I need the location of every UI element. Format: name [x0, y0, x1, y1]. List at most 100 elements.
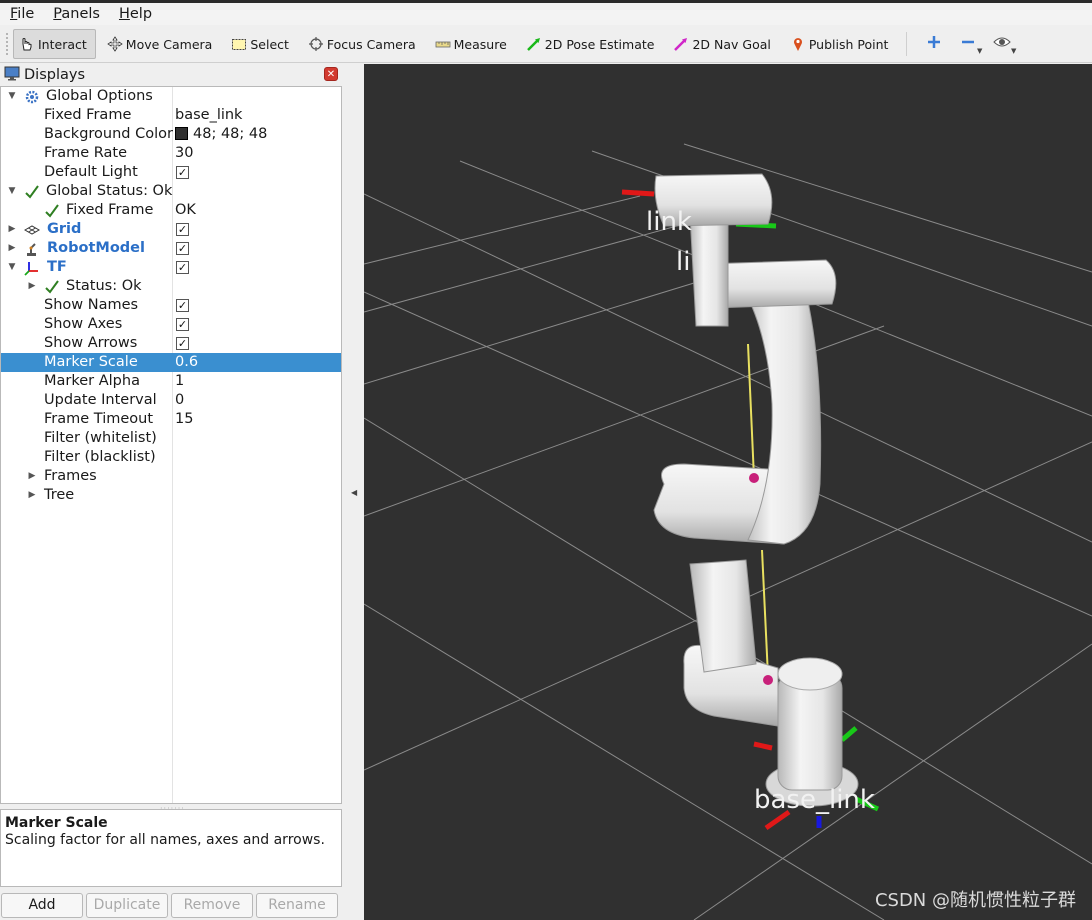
collapse-arrow-icon[interactable]: ▼: [7, 87, 17, 106]
property-row[interactable]: Background Color 48; 48; 48: [1, 125, 341, 144]
measure-tool-button[interactable]: Measure: [430, 29, 515, 59]
pose-estimate-label: 2D Pose Estimate: [544, 36, 655, 52]
check-icon: [24, 184, 40, 200]
panel-collapse-gutter[interactable]: ◀: [344, 64, 364, 920]
global-options-row[interactable]: ▼ Global Options: [1, 87, 341, 106]
grid-icon: [24, 222, 40, 238]
display-item-grid[interactable]: ▶ Grid ✓: [1, 220, 341, 239]
menu-file-label: ile: [17, 6, 35, 22]
focus-camera-tool-button[interactable]: Focus Camera: [303, 29, 424, 59]
property-row[interactable]: Default Light ✓: [1, 163, 341, 182]
select-tool-button[interactable]: Select: [226, 29, 297, 59]
expand-arrow-icon[interactable]: ▶: [27, 486, 37, 505]
collapse-arrow-icon[interactable]: ▼: [7, 258, 17, 277]
expand-arrow-icon[interactable]: ▶: [7, 239, 17, 258]
menu-panels[interactable]: Panels: [43, 6, 109, 22]
tf-status-label: Status: Ok: [66, 278, 142, 294]
add-tool-button[interactable]: [917, 29, 951, 59]
magenta-arrow-icon: [672, 35, 690, 53]
property-value: OK: [175, 202, 196, 218]
grid-enabled-checkbox[interactable]: ✓: [176, 223, 189, 236]
duplicate-display-button[interactable]: Duplicate: [86, 893, 168, 918]
dropdown-arrow-icon: ▼: [1011, 47, 1017, 55]
property-name: Frame Timeout: [44, 411, 154, 427]
property-row[interactable]: Marker Alpha 1: [1, 372, 341, 391]
remove-tool-button[interactable]: ▼: [951, 29, 985, 59]
gear-icon: [24, 89, 40, 105]
view-tool-button[interactable]: ▼: [985, 29, 1019, 59]
collapse-arrow-icon[interactable]: ▼: [7, 182, 17, 201]
tf-status-row[interactable]: ▶ Status: Ok: [1, 277, 341, 296]
show-names-checkbox[interactable]: ✓: [176, 299, 189, 312]
property-value[interactable]: 30: [175, 144, 193, 163]
property-value[interactable]: 1: [175, 372, 184, 391]
toolbar-grip[interactable]: [6, 33, 10, 55]
map-pin-icon: [789, 35, 807, 53]
scene-canvas[interactable]: link li base_link: [364, 64, 1092, 920]
remove-display-button[interactable]: Remove: [171, 893, 253, 918]
expand-arrow-icon[interactable]: ▶: [7, 220, 17, 239]
close-panel-button[interactable]: ✕: [324, 67, 338, 81]
publish-point-label: Publish Point: [808, 36, 889, 52]
property-row[interactable]: Frame Rate 30: [1, 144, 341, 163]
property-row[interactable]: Show Axes ✓: [1, 315, 341, 334]
property-row[interactable]: Show Names ✓: [1, 296, 341, 315]
robot-model-enabled-checkbox[interactable]: ✓: [176, 242, 189, 255]
color-swatch: [175, 127, 188, 140]
displays-tree[interactable]: ▼ Global Options Fixed Frame base_link B…: [0, 86, 342, 804]
monitor-icon: [4, 65, 20, 85]
check-icon: [44, 203, 60, 219]
frames-row[interactable]: ▶ Frames: [1, 467, 341, 486]
menu-file[interactable]: File: [0, 6, 43, 22]
property-value[interactable]: 0.6: [175, 353, 198, 372]
add-display-button[interactable]: Add: [1, 893, 83, 918]
tree-row[interactable]: ▶ Tree: [1, 486, 341, 505]
interact-tool-button[interactable]: Interact: [13, 29, 96, 59]
publish-point-tool-button[interactable]: Publish Point: [785, 29, 897, 59]
measure-label: Measure: [453, 36, 507, 52]
property-row[interactable]: Update Interval 0: [1, 391, 341, 410]
property-name: Marker Alpha: [44, 373, 140, 389]
green-arrow-icon: [525, 35, 543, 53]
displays-panel-title-bar: Displays ✕: [0, 64, 342, 86]
property-row[interactable]: Filter (whitelist): [1, 429, 341, 448]
menu-help[interactable]: Help: [109, 6, 161, 22]
pose-estimate-tool-button[interactable]: 2D Pose Estimate: [521, 29, 663, 59]
property-row[interactable]: Filter (blacklist): [1, 448, 341, 467]
focus-crosshair-icon: [307, 35, 325, 53]
frame-label-base: base_link: [754, 785, 875, 815]
property-name: Frame Rate: [44, 145, 128, 161]
nav-goal-tool-button[interactable]: 2D Nav Goal: [668, 29, 778, 59]
expand-arrow-icon[interactable]: ▶: [27, 467, 37, 486]
property-name: Marker Scale: [44, 354, 138, 370]
global-status-row[interactable]: ▼ Global Status: Ok: [1, 182, 341, 201]
property-value[interactable]: 48; 48; 48: [175, 125, 267, 144]
move-camera-tool-button[interactable]: Move Camera: [102, 29, 221, 59]
tf-enabled-checkbox[interactable]: ✓: [176, 261, 189, 274]
property-row[interactable]: Frame Timeout 15: [1, 410, 341, 429]
interact-label: Interact: [38, 36, 87, 52]
global-status-label: Global Status: Ok: [46, 183, 173, 199]
property-row-selected[interactable]: Marker Scale 0.6: [1, 353, 341, 372]
ruler-icon: [434, 35, 452, 53]
property-row[interactable]: Fixed Frame base_link: [1, 106, 341, 125]
property-value[interactable]: 0: [175, 391, 184, 410]
menu-help-label: elp: [129, 6, 153, 22]
tf-axes-icon: [24, 260, 40, 276]
collapse-left-icon[interactable]: ◀: [351, 488, 357, 497]
status-row[interactable]: Fixed Frame OK: [1, 201, 341, 220]
default-light-checkbox[interactable]: ✓: [176, 166, 189, 179]
property-value[interactable]: base_link: [175, 106, 242, 125]
displays-panel-title: Displays: [24, 67, 86, 83]
expand-arrow-icon[interactable]: ▶: [27, 277, 37, 296]
property-name: Fixed Frame: [44, 107, 132, 123]
show-arrows-checkbox[interactable]: ✓: [176, 337, 189, 350]
property-value[interactable]: 15: [175, 410, 193, 429]
display-item-robot-model[interactable]: ▶ RobotModel ✓: [1, 239, 341, 258]
rename-display-button[interactable]: Rename: [256, 893, 338, 918]
display-item-tf[interactable]: ▼ TF ✓: [1, 258, 341, 277]
dropdown-arrow-icon: ▼: [977, 47, 983, 55]
show-axes-checkbox[interactable]: ✓: [176, 318, 189, 331]
property-row[interactable]: Show Arrows ✓: [1, 334, 341, 353]
render-viewport[interactable]: link li base_link CSDN @随机惯性粒子群: [364, 64, 1092, 920]
